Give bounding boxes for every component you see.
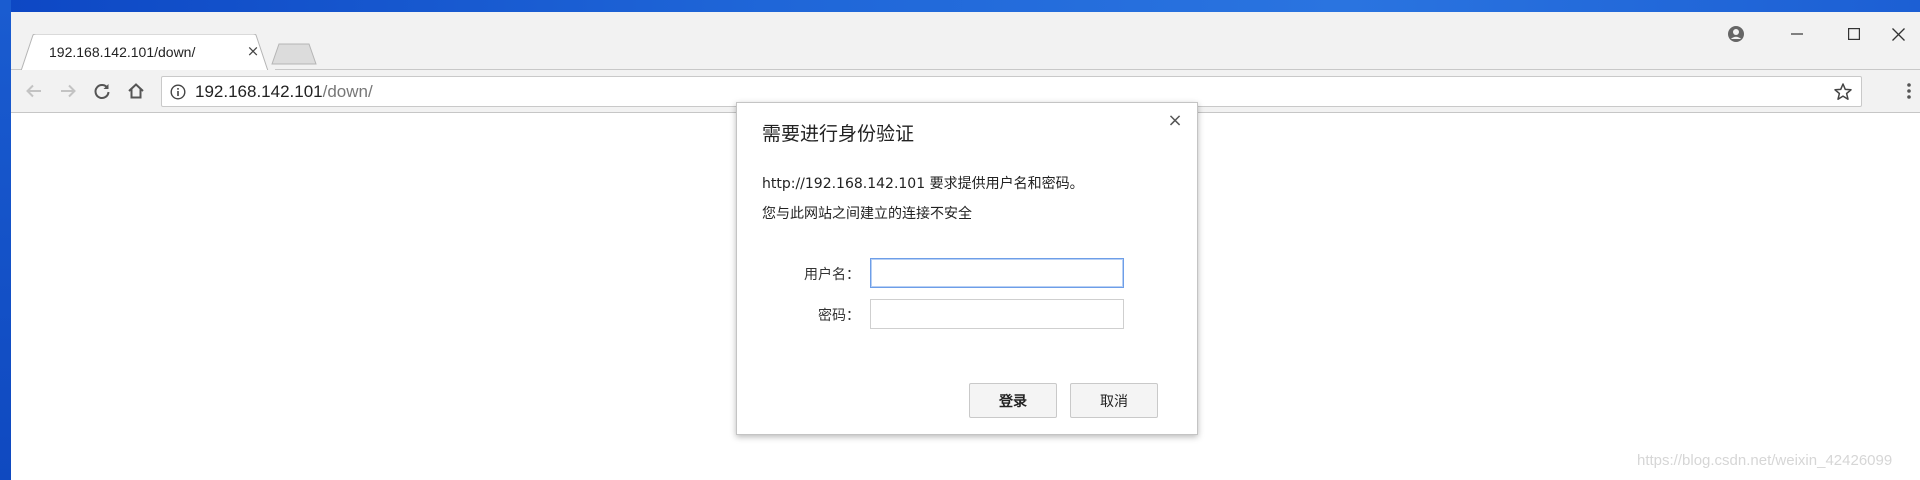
cancel-button[interactable]: 取消 <box>1070 383 1158 418</box>
username-input[interactable] <box>870 258 1124 288</box>
window-close-icon[interactable] <box>1876 21 1920 47</box>
dialog-close-icon[interactable]: × <box>1165 111 1185 131</box>
new-tab-icon <box>271 43 317 65</box>
tab-active[interactable]: 192.168.142.101/down/ × <box>21 34 275 71</box>
password-input[interactable] <box>870 299 1124 329</box>
desktop-background-top <box>0 0 1920 12</box>
minimize-icon[interactable] <box>1775 21 1819 47</box>
username-label: 用户名： <box>804 267 860 283</box>
dialog-message-line1: http://192.168.142.101 要求提供用户名和密码。 <box>762 176 1084 192</box>
home-icon[interactable] <box>123 78 149 104</box>
login-button[interactable]: 登录 <box>969 383 1057 418</box>
tab-strip: 192.168.142.101/down/ × <box>11 12 1920 71</box>
maximize-icon[interactable] <box>1832 21 1876 47</box>
url-host: 192.168.142.101 <box>195 82 323 101</box>
menu-kebab-icon[interactable] <box>1904 78 1914 104</box>
back-icon[interactable] <box>21 78 47 104</box>
password-label: 密码： <box>818 308 860 324</box>
tab-title: 192.168.142.101/down/ <box>49 44 196 60</box>
watermark-text: https://blog.csdn.net/weixin_42426099 <box>1637 452 1893 469</box>
desktop-background-left <box>0 0 11 480</box>
dialog-message-line2: 您与此网站之间建立的连接不安全 <box>762 206 972 222</box>
bookmark-star-icon[interactable] <box>1833 82 1853 102</box>
tab-close-icon[interactable]: × <box>245 43 261 59</box>
reload-icon[interactable] <box>89 78 115 104</box>
forward-icon[interactable] <box>55 78 81 104</box>
address-url: 192.168.142.101/down/ <box>195 82 373 102</box>
url-path: /down/ <box>322 82 373 101</box>
dialog-title: 需要进行身份验证 <box>762 123 915 145</box>
new-tab-button[interactable] <box>271 43 317 65</box>
info-icon[interactable] <box>170 84 186 100</box>
auth-dialog: 需要进行身份验证 × http://192.168.142.101 要求提供用户… <box>736 102 1198 435</box>
account-icon[interactable] <box>1714 21 1758 47</box>
